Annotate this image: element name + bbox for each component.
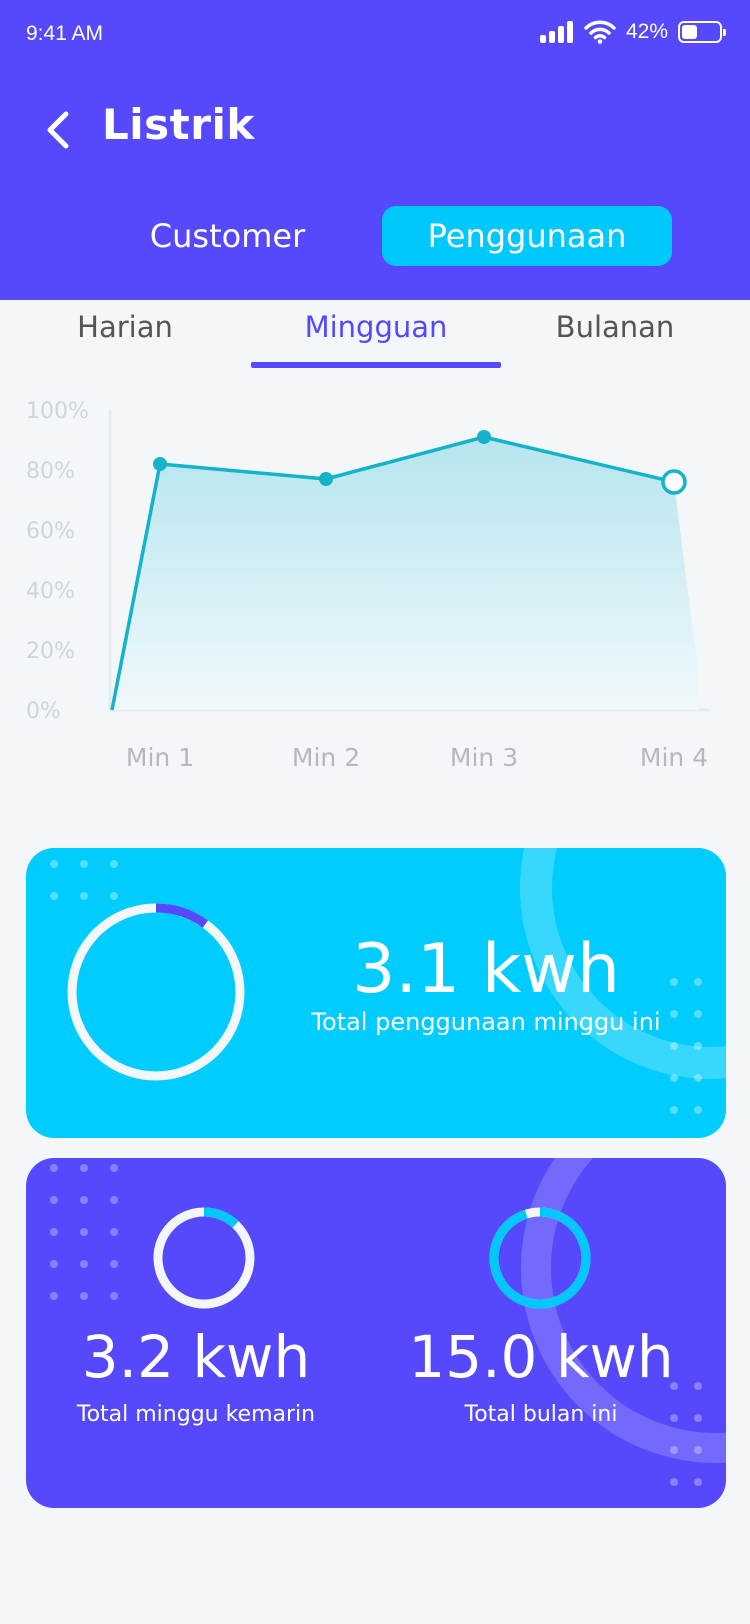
- signal-icon: [539, 21, 573, 43]
- x-tick-label: Min 1: [126, 743, 194, 772]
- usage-area: [112, 437, 698, 710]
- month-ring: [489, 1207, 591, 1309]
- y-tick-label: 80%: [26, 459, 75, 484]
- segment-customer[interactable]: Customer: [115, 206, 340, 266]
- tab-harian[interactable]: Harian: [0, 310, 250, 344]
- x-tick-label: Min 4: [640, 743, 708, 772]
- data-point[interactable]: [477, 430, 491, 444]
- segment-penggunaan[interactable]: Penggunaan: [382, 206, 672, 266]
- back-arrow-icon[interactable]: [40, 108, 76, 152]
- y-tick-label: 20%: [26, 639, 75, 664]
- status-time: 9:41 AM: [26, 22, 104, 45]
- y-tick-label: 0%: [26, 699, 61, 724]
- tab-mingguan[interactable]: Mingguan: [251, 310, 501, 344]
- x-tick-label: Min 3: [450, 743, 518, 772]
- last-week-ring: [153, 1207, 255, 1309]
- month-value: 15.0 kwh: [408, 1323, 674, 1391]
- wifi-icon: [584, 20, 616, 44]
- active-tab-indicator: [251, 362, 501, 368]
- last-week-label: Total minggu kemarin: [76, 1402, 316, 1427]
- battery-icon: [678, 21, 726, 43]
- battery-percentage: 42%: [625, 20, 668, 43]
- x-tick-label: Min 2: [292, 743, 360, 772]
- data-point[interactable]: [661, 469, 687, 495]
- page-title: Listrik: [102, 100, 255, 149]
- status-icons: 42%: [539, 20, 726, 44]
- tab-bulanan[interactable]: Bulanan: [490, 310, 740, 344]
- y-tick-label: 40%: [26, 579, 75, 604]
- data-point[interactable]: [319, 472, 333, 486]
- weekly-usage-ring: [67, 903, 245, 1081]
- decorative-dots: [670, 1382, 702, 1486]
- app-header: 9:41 AM 42% Listrik Customer Penggunaan: [0, 0, 750, 300]
- usage-area-chart: 100% 80% 60% 40% 20% 0% Min 1 Min 2 Min 3 Min 4: [26, 400, 710, 772]
- battery-level: [682, 25, 698, 39]
- data-point[interactable]: [153, 457, 167, 471]
- month-label: Total bulan ini: [464, 1402, 618, 1427]
- weekly-usage-card[interactable]: 3.1 kwh Total penggunaan minggu ini: [26, 848, 726, 1138]
- y-tick-label: 60%: [26, 519, 75, 544]
- last-week-value: 3.2 kwh: [81, 1323, 311, 1391]
- weekly-usage-label: Total penggunaan minggu ini: [311, 1008, 661, 1036]
- decorative-dots: [50, 1164, 118, 1300]
- comparison-card[interactable]: 3.2 kwh Total minggu kemarin 15.0 kwh To…: [26, 1158, 726, 1508]
- y-tick-label: 100%: [26, 400, 89, 424]
- month-ring-progress: [489, 1207, 591, 1309]
- weekly-usage-value: 3.1 kwh: [352, 930, 620, 1009]
